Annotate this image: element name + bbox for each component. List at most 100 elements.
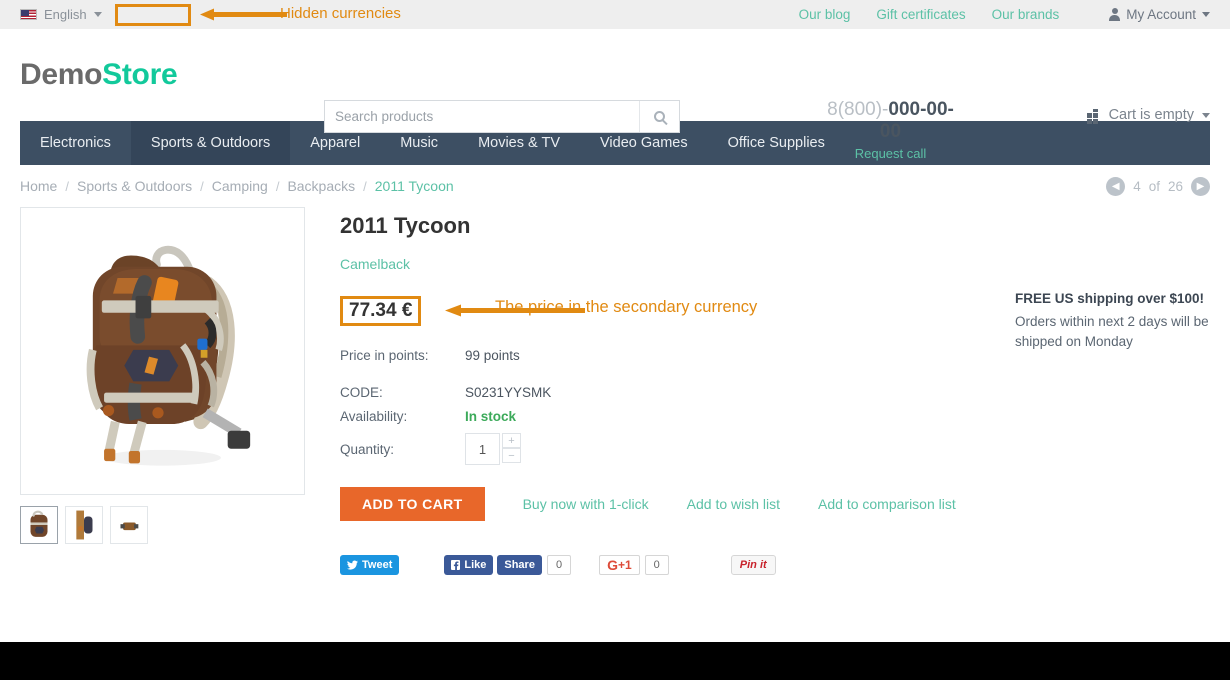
backpack-front-thumb	[30, 510, 48, 537]
nav-item-electronics[interactable]: Electronics	[20, 121, 131, 165]
quantity-stepper: + −	[465, 433, 521, 465]
product-brand-link[interactable]: Camelback	[340, 256, 995, 272]
pager-current: 4	[1133, 178, 1141, 194]
my-account-label: My Account	[1126, 7, 1196, 22]
breadcrumb-backpacks[interactable]: Backpacks	[287, 178, 355, 194]
product-specs: Price in points: 99 points CODE: S0231YY…	[340, 348, 995, 465]
facebook-icon	[451, 560, 461, 570]
breadcrumb-separator: /	[275, 178, 280, 194]
spec-label-code: CODE:	[340, 385, 383, 400]
product-price: 77.34 €	[340, 296, 422, 326]
add-to-cart-button[interactable]: ADD TO CART	[340, 487, 485, 521]
spec-value-code: S0231YYSMK	[465, 385, 552, 400]
site-header: DemoStore 8(800)-000-00-00 Request call …	[0, 29, 1230, 161]
quantity-input[interactable]	[465, 433, 500, 465]
spec-row-quantity: Quantity: + −	[340, 433, 995, 465]
twitter-icon	[347, 560, 358, 570]
facebook-share-count: 0	[546, 555, 572, 575]
breadcrumb-separator: /	[363, 178, 367, 194]
pager-total: 26	[1167, 178, 1183, 194]
facebook-like-label: Like	[464, 559, 487, 571]
thumbnail-0[interactable]	[20, 506, 58, 544]
my-account-menu[interactable]: My Account	[1109, 7, 1210, 22]
site-logo[interactable]: DemoStore	[20, 58, 178, 92]
logo-part-1: Demo	[20, 58, 103, 91]
thumbnail-1[interactable]	[65, 506, 103, 544]
product-info: 2011 Tycoon Camelback 77.34 € The price …	[305, 207, 995, 575]
spec-value-availability: In stock	[465, 409, 517, 424]
chevron-down-icon	[1202, 112, 1210, 118]
chevron-down-icon	[1202, 12, 1210, 17]
phone-number: 8(800)-000-00-00	[818, 99, 963, 143]
spec-label-points: Price in points:	[340, 348, 429, 363]
spec-row-points: Price in points: 99 points	[340, 348, 995, 363]
google-plus-count: 0	[644, 555, 669, 575]
top-link-brands[interactable]: Our brands	[992, 7, 1060, 22]
buy-now-1-click-link[interactable]: Buy now with 1-click	[523, 496, 649, 512]
phone-prefix: 8(800)-	[827, 99, 889, 120]
add-to-wish-list-link[interactable]: Add to wish list	[687, 496, 780, 512]
spec-label-availability: Availability:	[340, 409, 408, 424]
search-icon	[654, 111, 665, 122]
spec-row-code: CODE: S0231YYSMK	[340, 385, 995, 400]
shipping-info: FREE US shipping over $100! Orders withi…	[995, 207, 1210, 575]
quantity-decrease-button[interactable]: −	[502, 448, 521, 463]
phone-main: 000-00-00	[879, 99, 954, 142]
backpack-illustration	[86, 245, 251, 466]
backpack-side-thumb	[76, 510, 93, 540]
breadcrumb-home[interactable]: Home	[20, 178, 57, 194]
product-title: 2011 Tycoon	[340, 213, 471, 238]
person-icon	[1109, 8, 1121, 21]
language-selector[interactable]: English	[20, 7, 102, 22]
google-g-letter: G	[607, 557, 618, 573]
twitter-tweet-button[interactable]: Tweet	[340, 555, 400, 575]
thumbnail-2[interactable]	[110, 506, 148, 544]
chevron-right-icon[interactable]: ▶	[1191, 176, 1210, 196]
pinterest-pin-it-button[interactable]: Pin it	[730, 555, 776, 575]
quantity-buttons: + −	[502, 433, 521, 465]
product-pager: ◀ 4 of 26 ▶	[1106, 176, 1210, 196]
quantity-label: Quantity:	[340, 441, 395, 457]
cart-label: Cart is empty	[1108, 107, 1194, 123]
facebook-share-button[interactable]: Share	[497, 555, 542, 575]
spec-value-points: 99 points	[465, 348, 520, 363]
annotation-arrow-currencies	[200, 8, 287, 21]
logo-part-2: Store	[102, 58, 178, 91]
cart-widget[interactable]: Cart is empty	[1086, 107, 1210, 124]
add-to-comparison-list-link[interactable]: Add to comparison list	[818, 496, 956, 512]
shipping-body: Orders within next 2 days will be shippe…	[1015, 314, 1209, 349]
us-flag-icon	[20, 9, 37, 20]
breadcrumb-sports-outdoors[interactable]: Sports & Outdoors	[77, 178, 192, 194]
google-plus-button[interactable]: G +1	[599, 555, 640, 575]
product-actions: ADD TO CART Buy now with 1-click Add to …	[340, 487, 995, 521]
facebook-like-button[interactable]: Like	[444, 555, 494, 575]
search-input[interactable]	[325, 101, 639, 132]
breadcrumb-current: 2011 Tycoon	[374, 178, 454, 194]
cart-grid-icon	[1086, 108, 1101, 124]
product-gallery	[20, 207, 305, 575]
breadcrumb-separator: /	[200, 178, 204, 194]
search-button[interactable]	[639, 101, 679, 132]
phone-block: 8(800)-000-00-00 Request call	[818, 99, 963, 161]
annotation-label-currencies: Hidden currencies	[280, 5, 401, 22]
top-link-gift-certificates[interactable]: Gift certificates	[876, 7, 965, 22]
product-main-image[interactable]	[20, 207, 305, 495]
quantity-increase-button[interactable]: +	[502, 433, 521, 448]
request-call-link[interactable]: Request call	[818, 146, 963, 161]
product-page: 2011 Tycoon Camelback 77.34 € The price …	[0, 207, 1230, 575]
bottom-bar	[0, 642, 1230, 680]
annotation-label-price: The price in the secondary currency	[495, 298, 758, 316]
currency-selector-box[interactable]	[114, 3, 191, 26]
breadcrumb-separator: /	[65, 178, 69, 194]
chevron-left-icon[interactable]: ◀	[1106, 176, 1126, 196]
top-link-blog[interactable]: Our blog	[799, 7, 851, 22]
google-plus-one-label: +1	[617, 558, 632, 572]
breadcrumb-camping[interactable]: Camping	[212, 178, 268, 194]
shipping-title: FREE US shipping over $100!	[1015, 291, 1205, 306]
chevron-down-icon	[93, 12, 102, 17]
nav-item-sports-outdoors[interactable]: Sports & Outdoors	[130, 121, 291, 165]
backpack-detail-thumb	[120, 522, 139, 531]
language-label: English	[44, 7, 87, 22]
pager-of: of	[1148, 178, 1160, 194]
thumbnail-list	[20, 506, 305, 544]
